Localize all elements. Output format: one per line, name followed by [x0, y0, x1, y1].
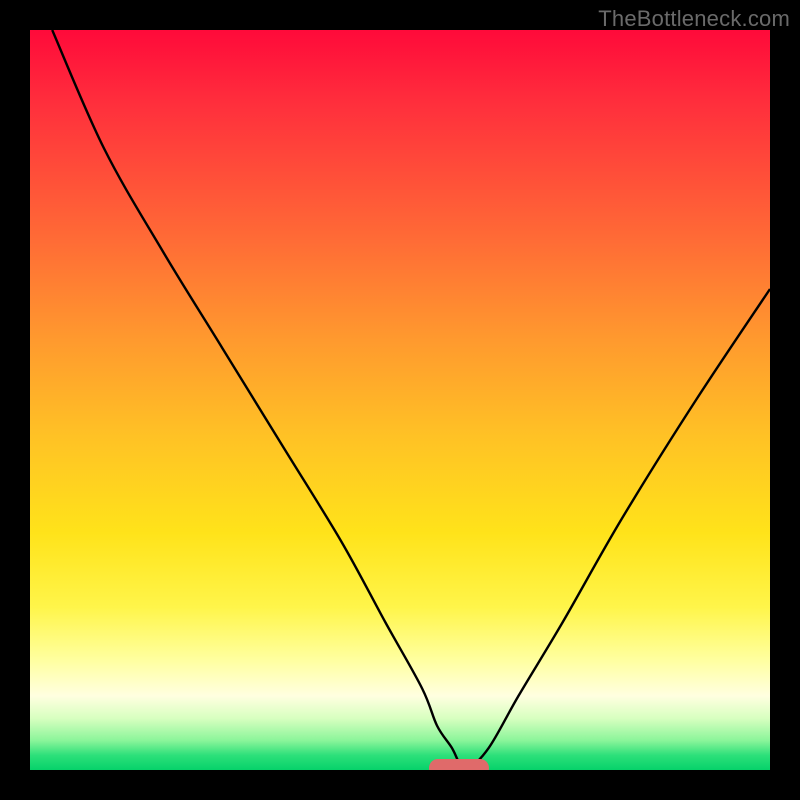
plot-area — [30, 30, 770, 770]
chart-frame: TheBottleneck.com — [0, 0, 800, 800]
bottleneck-curve — [30, 30, 770, 770]
watermark-text: TheBottleneck.com — [598, 6, 790, 32]
curve-path — [52, 30, 770, 770]
minimum-marker — [429, 759, 489, 770]
